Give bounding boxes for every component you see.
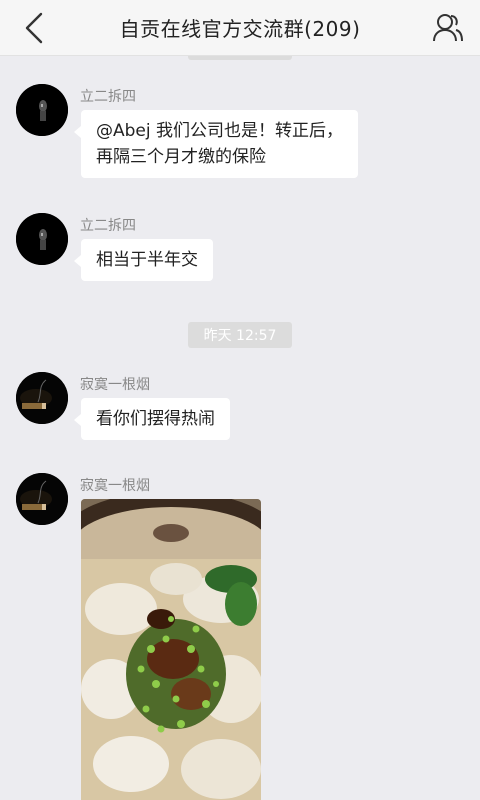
message-bubble[interactable]: 相当于半年交 <box>74 239 213 281</box>
message-bubble[interactable]: 看你们摆得热闹 <box>74 398 230 440</box>
sender-name: 立二拆四 <box>80 218 136 234</box>
message-bubble[interactable]: @Abej 我们公司也是！转正后， 再隔三个月才缴的保险 <box>73 110 359 178</box>
message-text-line: 再隔三个月才缴的保险 <box>96 147 266 167</box>
sender-name: 寂寞一根烟 <box>80 478 150 494</box>
avatar[interactable] <box>16 473 68 525</box>
group-members-button[interactable] <box>428 8 468 48</box>
message-text-line: 看你们摆得热闹 <box>96 409 215 429</box>
users-icon <box>433 14 463 42</box>
sender-name: 寂寞一根烟 <box>80 377 150 393</box>
chat-title: 自贡在线官方交流群(209) <box>119 17 361 41</box>
message-text-line: 相当于半年交 <box>96 250 198 270</box>
time-divider: 昨天 12:57 <box>188 322 292 348</box>
back-button[interactable] <box>14 8 54 48</box>
chat-header: 自贡在线官方交流群(209) <box>0 0 480 56</box>
previous-timestamp-stub <box>188 56 292 60</box>
chat-screen: 自贡在线官方交流群(209) 立二拆四 @Abej 我们公司也是！转正后， 再隔… <box>0 0 480 800</box>
chevron-left-icon <box>25 12 43 44</box>
avatar[interactable] <box>16 213 68 265</box>
sender-name: 立二拆四 <box>80 89 136 105</box>
avatar[interactable] <box>16 84 68 136</box>
message-text-line: @Abej 我们公司也是！转正后， <box>96 121 344 141</box>
avatar[interactable] <box>16 372 68 424</box>
photo-wonton-soup[interactable] <box>81 499 261 800</box>
